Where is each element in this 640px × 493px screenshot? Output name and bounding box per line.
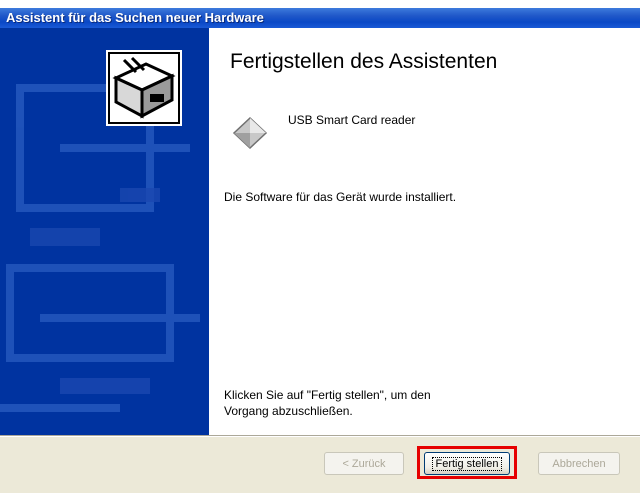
device-name: USB Smart Card reader — [288, 113, 416, 127]
finish-button[interactable]: Fertig stellen — [424, 452, 510, 475]
page-title: Fertigstellen des Assistenten — [230, 50, 498, 73]
device-diamond-icon — [231, 114, 269, 152]
window-title: Assistent für das Suchen neuer Hardware — [6, 10, 264, 25]
content-panel: Fertigstellen des Assistenten USB Smart … — [209, 28, 640, 435]
cancel-button[interactable]: Abbrechen — [538, 452, 620, 475]
hardware-wizard-icon — [106, 50, 182, 126]
top-strip — [0, 0, 640, 8]
finish-hint: Klicken Sie auf "Fertig stellen", um den… — [224, 387, 431, 419]
cancel-button-label: Abbrechen — [552, 457, 606, 470]
button-separator — [0, 435, 640, 437]
title-bar[interactable]: Assistent für das Suchen neuer Hardware — [0, 8, 640, 28]
finish-hint-line2: Vorgang abzuschließen. — [224, 404, 353, 418]
finish-hint-line1: Klicken Sie auf "Fertig stellen", um den — [224, 388, 431, 402]
wizard-window: Fertigstellen des Assistenten USB Smart … — [0, 28, 640, 493]
finish-button-label: Fertig stellen — [431, 456, 503, 471]
wizard-banner — [0, 28, 209, 435]
back-button[interactable]: < Zurück — [324, 452, 404, 475]
back-button-label: < Zurück — [342, 457, 386, 470]
installed-message: Die Software für das Gerät wurde install… — [224, 190, 457, 204]
